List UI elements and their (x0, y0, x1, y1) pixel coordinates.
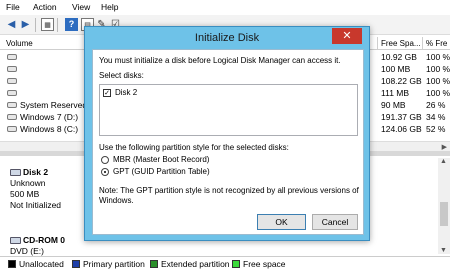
disk-2-item-label[interactable]: Disk 2 (115, 88, 137, 97)
percent-free-cell: 52 % (426, 124, 446, 134)
drive-icon (7, 102, 17, 108)
scroll-down-arrow-icon[interactable]: ▼ (440, 247, 447, 254)
scroll-up-arrow-icon[interactable]: ▲ (440, 158, 447, 165)
legend-free-label: Free space (243, 259, 286, 269)
free-space-cell: 10.92 GB (381, 52, 417, 62)
vertical-scrollbar[interactable]: ▲ ▼ (438, 158, 450, 254)
partition-style-prompt: Use the following partition style for th… (99, 143, 289, 152)
menu-file[interactable]: File (6, 2, 20, 12)
toolbar-separator (57, 18, 58, 32)
close-button[interactable]: ✕ (332, 28, 362, 44)
drive-icon (7, 54, 17, 60)
cdrom-title: CD-ROM 0 (23, 235, 66, 245)
gpt-label[interactable]: GPT (GUID Partition Table) (113, 167, 210, 176)
select-disks-label: Select disks: (99, 71, 144, 80)
free-space-cell: 108.22 GB (381, 76, 422, 86)
disk-2-info[interactable]: Disk 2 Unknown 500 MB Not Initialized (10, 167, 80, 211)
dialog-message: You must initialize a disk before Logica… (99, 56, 341, 65)
initialize-disk-dialog: Initialize Disk ✕ You must initialize a … (84, 26, 370, 241)
dialog-title: Initialize Disk (194, 32, 260, 44)
column-divider[interactable] (422, 37, 423, 50)
swatch-extended (150, 260, 158, 268)
menu-bar: File Action View Help (0, 0, 450, 15)
ok-button[interactable]: OK (257, 214, 306, 230)
percent-free-cell: 100 % (426, 52, 450, 62)
swatch-free (232, 260, 240, 268)
legend-extended-label: Extended partition (161, 259, 230, 269)
disk-2-state: Not Initialized (10, 200, 62, 210)
swatch-unallocated (8, 260, 16, 268)
legend: Unallocated Primary partition Extended p… (0, 256, 450, 270)
disk-list[interactable]: ✓ Disk 2 (99, 84, 358, 136)
note-line-2: Windows. (99, 196, 134, 205)
column-divider[interactable] (377, 37, 378, 50)
legend-unallocated-label: Unallocated (19, 259, 64, 269)
dialog-body: You must initialize a disk before Logica… (92, 49, 364, 235)
disk-2-status: Unknown (10, 178, 46, 188)
mbr-label[interactable]: MBR (Master Boot Record) (113, 155, 209, 164)
volume-name: System Reserved (20, 100, 88, 110)
legend-free: Free space (232, 259, 286, 269)
percent-free-cell: 26 % (426, 100, 446, 110)
free-space-cell: 191.37 GB (381, 112, 422, 122)
percent-free-cell: 100 % (426, 76, 450, 86)
disk-icon (10, 169, 21, 176)
legend-primary-label: Primary partition (83, 259, 145, 269)
column-free-space[interactable]: Free Spa... (381, 39, 421, 48)
percent-free-cell: 100 % (426, 88, 450, 98)
disk-2-size: 500 MB (10, 189, 40, 199)
percent-free-cell: 34 % (426, 112, 446, 122)
percent-free-cell: 100 % (426, 64, 450, 74)
note-line-1: Note: The GPT partition style is not rec… (99, 186, 359, 195)
toolbar-separator (35, 18, 36, 32)
column-percent-free[interactable]: % Fre (426, 39, 447, 48)
forward-arrow-icon[interactable]: ▶ (19, 18, 32, 31)
drive-icon (7, 90, 17, 96)
volume-name: Windows 7 (D:) (20, 112, 79, 122)
legend-extended: Extended partition (150, 259, 230, 269)
scroll-right-arrow-icon[interactable]: ▶ (442, 143, 447, 151)
drive-icon (7, 66, 17, 72)
cancel-button[interactable]: Cancel (312, 214, 358, 230)
drive-icon (7, 114, 17, 120)
scroll-thumb[interactable] (440, 202, 448, 226)
back-arrow-icon[interactable]: ◀ (5, 18, 18, 31)
gpt-radio[interactable] (101, 168, 109, 176)
menu-view[interactable]: View (72, 2, 90, 12)
legend-unallocated: Unallocated (8, 259, 64, 269)
disk-2-checkbox[interactable]: ✓ (103, 89, 111, 97)
volume-name: Windows 8 (C:) (20, 124, 79, 134)
menu-help[interactable]: Help (101, 2, 118, 12)
mbr-radio[interactable] (101, 156, 109, 164)
column-volume[interactable]: Volume (6, 39, 33, 48)
drive-icon (7, 126, 17, 132)
help-icon[interactable]: ? (65, 18, 78, 31)
free-space-cell: 124.06 GB (381, 124, 422, 134)
cdrom-info[interactable]: CD-ROM 0 DVD (E:) (10, 235, 80, 257)
grid-icon[interactable]: ▦ (41, 18, 54, 31)
disk-2-title: Disk 2 (23, 167, 49, 177)
menu-action[interactable]: Action (33, 2, 57, 12)
drive-icon (7, 78, 17, 84)
free-space-cell: 111 MB (381, 88, 410, 98)
cdrom-icon (10, 237, 21, 244)
legend-primary: Primary partition (72, 259, 145, 269)
free-space-cell: 100 MB (381, 64, 411, 74)
free-space-cell: 90 MB (381, 100, 406, 110)
swatch-primary (72, 260, 80, 268)
